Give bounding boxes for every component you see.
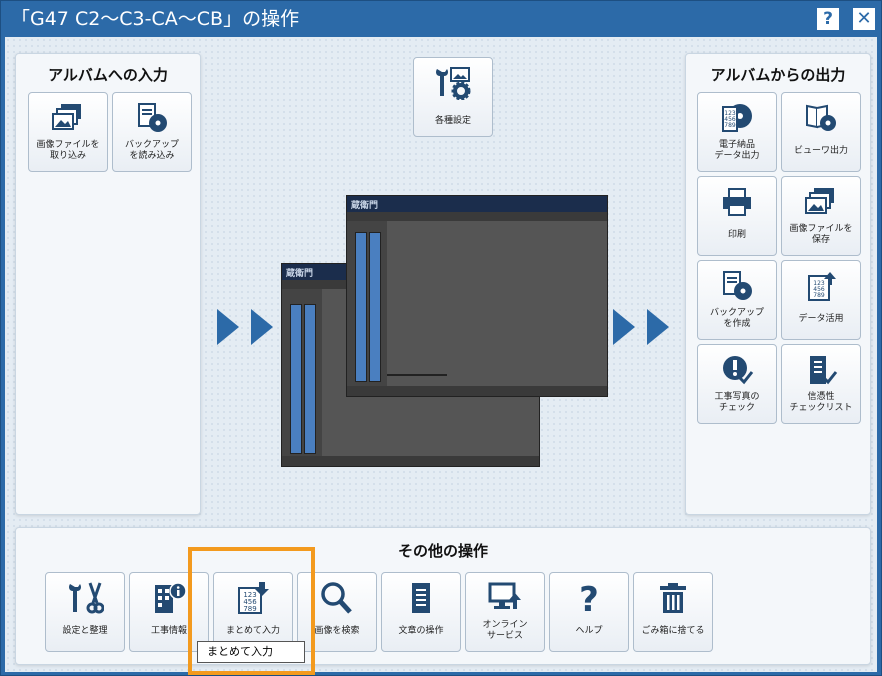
trash-button[interactable]: ごみ箱に捨てる [633, 572, 713, 652]
arrow-right-icon [217, 309, 239, 345]
photo-check-label: 工事写真の チェック [714, 392, 760, 413]
title-bar: 「G47 C2～C3-CA～CB」の操作 [1, 1, 881, 37]
help-button[interactable]: ? [817, 8, 839, 30]
preview-album [369, 232, 381, 382]
svg-text:?: ? [579, 581, 599, 615]
svg-text:789: 789 [813, 292, 825, 299]
images-icon [782, 185, 860, 219]
checklist-icon [782, 353, 860, 387]
create-backup-button[interactable]: バックアップ を作成 [697, 260, 777, 340]
import-images-button[interactable]: 画像ファイルを 取り込み [28, 92, 108, 172]
arrow-right-icon [251, 309, 273, 345]
settings-label: 各種設定 [434, 116, 471, 126]
other-operations-title: その他の操作 [397, 542, 488, 560]
settings-button[interactable]: 各種設定 [413, 57, 493, 137]
photo-check-button[interactable]: 工事写真の チェック [697, 344, 777, 424]
data-utilization-label: データ活用 [798, 314, 844, 324]
tooltip: まとめて入力 [197, 641, 305, 663]
preview-album [355, 232, 367, 382]
settings-tools-icon [414, 66, 492, 100]
trash-icon [634, 581, 712, 615]
save-images-label: 画像ファイルを 保存 [789, 224, 853, 245]
help-label: ヘルプ [575, 626, 603, 636]
tools-scissors-icon [46, 581, 124, 615]
preview-album [304, 304, 316, 454]
app-window: 「G47 C2～C3-CA～CB」の操作 ? ✕ アルバムへの入力 画像ファイル… [0, 0, 882, 676]
close-button[interactable]: ✕ [853, 8, 875, 30]
settings-organize-label: 設定と整理 [62, 626, 108, 636]
album-output-panel: アルバムからの出力 123 456 789 電子納品 データ出力 ビューワ出力 印刷 [685, 53, 871, 515]
preview-image-front: 蔵衛門 [346, 195, 608, 397]
document-operations-label: 文章の操作 [398, 626, 444, 636]
printer-icon [698, 185, 776, 219]
credibility-checklist-label: 信憑性 チェックリスト [789, 392, 853, 413]
arrow-right-icon [613, 309, 635, 345]
backup-disc-icon [113, 101, 191, 135]
load-backup-label: バックアップ を読み込み [124, 140, 179, 161]
print-button[interactable]: 印刷 [697, 176, 777, 256]
online-services-label: オンライン サービス [482, 620, 528, 641]
help-tile-button[interactable]: ? ヘルプ [549, 572, 629, 652]
import-images-label: 画像ファイルを 取り込み [36, 140, 100, 161]
create-backup-label: バックアップ を作成 [709, 308, 764, 329]
viewer-output-label: ビューワ出力 [793, 146, 848, 156]
preview-logo: 蔵衛門 [351, 201, 379, 211]
photo-check-icon [698, 353, 776, 387]
preview-album [290, 304, 302, 454]
svg-text:789: 789 [724, 122, 736, 129]
online-services-button[interactable]: オンライン サービス [465, 572, 545, 652]
electronic-delivery-label: 電子納品 データ出力 [714, 140, 760, 161]
viewer-disc-icon [782, 101, 860, 135]
other-operations-panel: その他の操作 設定と整理 工事情報 123 456 789 まとめて入力 画像を… [15, 527, 871, 665]
data-utilization-button[interactable]: 123 456 789 データ活用 [781, 260, 861, 340]
client-area: アルバムへの入力 画像ファイルを 取り込み バックアップ を読み込み 各種設定 [5, 37, 877, 672]
album-input-panel: アルバムへの入力 画像ファイルを 取り込み バックアップ を読み込み [15, 53, 201, 515]
album-input-title: アルバムへの入力 [48, 66, 168, 84]
window-title: 「G47 C2～C3-CA～CB」の操作 [11, 8, 300, 30]
electronic-delivery-button[interactable]: 123 456 789 電子納品 データ出力 [697, 92, 777, 172]
online-upload-icon [466, 581, 544, 615]
album-output-title: アルバムからの出力 [710, 66, 846, 84]
backup-disc-icon [698, 269, 776, 303]
help-icon: ? [550, 581, 628, 615]
load-backup-button[interactable]: バックアップ を読み込み [112, 92, 192, 172]
viewer-output-button[interactable]: ビューワ出力 [781, 92, 861, 172]
document-operations-button[interactable]: 文章の操作 [381, 572, 461, 652]
data-export-icon: 123 456 789 [782, 269, 860, 303]
trash-label: ごみ箱に捨てる [641, 626, 705, 636]
settings-organize-button[interactable]: 設定と整理 [45, 572, 125, 652]
save-images-button[interactable]: 画像ファイルを 保存 [781, 176, 861, 256]
disc-numbers-icon: 123 456 789 [698, 101, 776, 135]
arrow-right-icon [647, 309, 669, 345]
images-icon [29, 101, 107, 135]
print-label: 印刷 [727, 230, 746, 240]
document-icon [382, 581, 460, 615]
credibility-checklist-button[interactable]: 信憑性 チェックリスト [781, 344, 861, 424]
preview-logo: 蔵衛門 [286, 269, 314, 279]
